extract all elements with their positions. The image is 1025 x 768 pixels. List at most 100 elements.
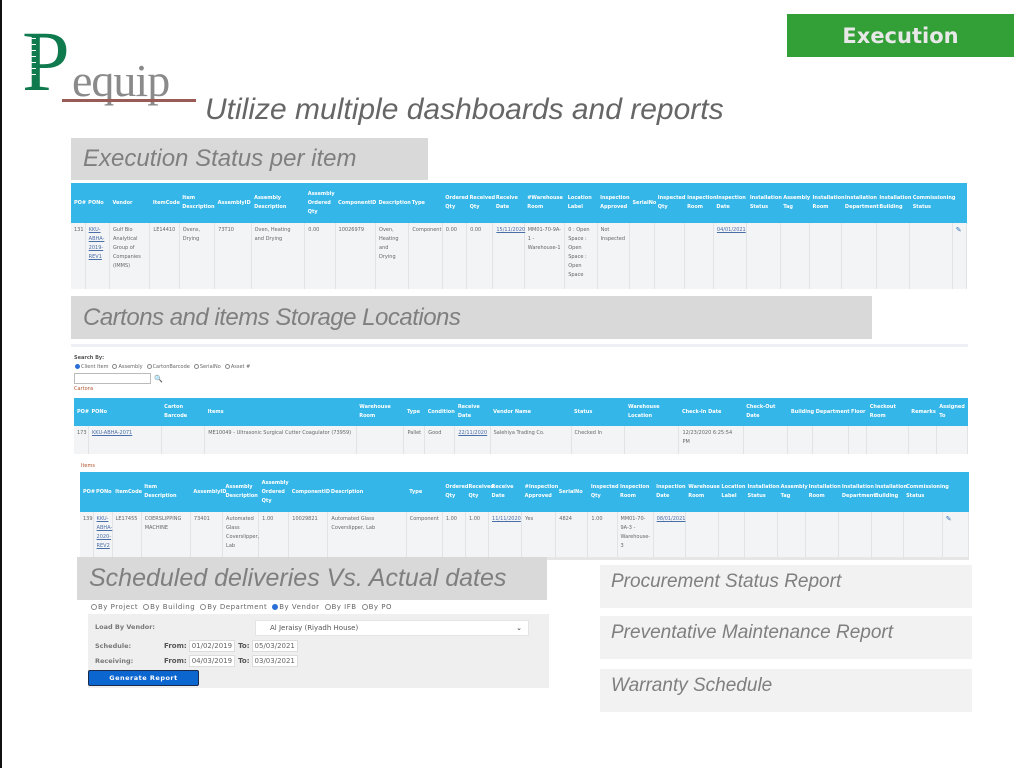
filter-option-by-building[interactable]: By Building [143,603,195,611]
link-pono[interactable]: KKU-ABHA-2020-REV2 [97,516,113,549]
execution-status-table: PO# PONo Vendor ItemCode Item Description Ass… [71,183,968,289]
cell-installation-room [809,223,843,289]
cell-inspection-approved: Not Inspected [597,223,630,289]
column-header-received-qty: Received Qty [466,183,495,223]
radio-label: By Building [150,603,196,611]
receiving-from-input[interactable]: 04/03/2019 [188,655,236,667]
cell-ordered-qty: 1.00 [442,512,466,557]
column-header-inspection-room: Inspection Room [617,472,654,512]
link-receive-date[interactable]: 22/11/2020 [458,430,487,436]
filter-option-by-project[interactable]: By Project [91,603,138,611]
generate-report-button[interactable]: Generate Report [88,670,199,686]
link-pono[interactable]: KKU-ABHA-2071 [92,430,132,436]
link-inspection-date[interactable]: 04/01/2021 [717,227,746,233]
filter-option-by-ifb[interactable]: By IFB [324,603,357,611]
table-row: 139 KKU-ABHA-2020-REV2 LE17455 COERSLIPPING… [80,512,970,557]
column-header-inspected-qty: Inspected Qty [587,472,619,512]
search-option-client-item[interactable]: Client Item [75,364,108,370]
cell-assembly-description: Automated Glass Coverslipper, Lab [222,512,260,557]
column-header-inspection-approved: #Inspection Approved [521,472,558,512]
radio-button[interactable] [112,364,118,369]
column-header-receive-date: Receive Date [488,472,522,512]
radio-button[interactable] [224,364,230,369]
logo-underline [62,99,196,102]
column-header-po: PO# [74,398,89,426]
radio-button[interactable] [200,604,207,610]
search-option-serialno[interactable]: SerialNo [193,364,221,370]
vendor-select[interactable]: Al Jeraisy (Riyadh House) ⌄ [255,620,529,636]
column-header-receive-date: Receive Date [492,183,525,223]
link-inspection-date[interactable]: 08/01/2021 [657,516,686,522]
search-option-cartonbarcode[interactable]: CartonBarcode [146,364,190,370]
filter-option-by-po[interactable]: By PO [361,603,392,611]
report-warranty-schedule[interactable]: Warranty Schedule [600,669,972,712]
filter-option-by-vendor[interactable]: By Vendor [272,603,319,611]
cell-building [787,426,814,454]
radio-button[interactable] [193,364,199,369]
column-header-componentid: ComponentID [288,472,330,512]
radio-label: By PO [368,603,392,611]
cell-received-qty: 0.00 [466,223,494,289]
cell-commissioning-status [909,223,953,289]
receiving-range: From: 04/03/2019 To: 03/03/2021 [164,655,301,667]
table-header-row: PO# PONo Vendor ItemCode Item Description Ass… [71,183,967,223]
search-option-assembly[interactable]: Assembly [112,364,143,370]
cell-pono: KKU-ABHA-2020-REV2 [93,512,113,557]
radio-label: Asset # [230,364,251,370]
column-header-assembly-ordered-qty: Assembly Ordered Qty [304,183,336,223]
radio-button[interactable] [146,364,152,369]
cell-location-label: 0 : Open Space : Open Space : Open Space [564,223,598,289]
link-pono[interactable]: KKU-ABHA-2019-REV1 [89,227,105,260]
radio-button[interactable] [361,604,368,610]
column-header-floor: Floor [848,398,867,426]
receiving-to-input[interactable]: 03/03/2021 [251,655,298,667]
radio-button[interactable] [324,604,331,610]
column-header-check-out-date: Check-Out Date [743,398,788,426]
search-option-asset[interactable]: Asset # [224,364,251,370]
cell-receive-date: 15/11/2020 [492,223,525,289]
cell-inspection-room: MM01-70-9A-3 - Warehouse-3 [617,512,654,557]
cell-type: Component [408,223,443,289]
schedule-from-input[interactable]: 01/02/2019 [188,640,236,652]
radio-button[interactable] [143,604,150,610]
column-header-description: Description [375,183,411,223]
column-header-item-description: Item Description [179,183,215,223]
cell-assembly-description: Oven, Heating and Drying [251,223,306,289]
search-icon[interactable]: 🔍 [154,375,163,383]
table-header-row: PO# PONo ItemCode Item Description AssemblyI… [80,472,969,512]
report-preventative-maintenance[interactable]: Preventative Maintenance Report [600,616,972,659]
edit-icon[interactable]: ✎ [946,515,952,523]
radio-button[interactable] [272,604,279,610]
to-label: To: [238,657,250,665]
column-header-itemcode: ItemCode [112,472,142,512]
radio-button[interactable] [75,364,80,369]
cell-status: Checked In [571,426,626,454]
vendor-label: Load By Vendor: [95,623,155,631]
column-header-check-in-date: Check-In Date [678,398,744,426]
link-receive-date[interactable]: 15/11/2020 [496,227,525,233]
cell-assembly-tag [777,512,807,557]
cell-installation-building [876,223,911,289]
cell-installation-building [871,512,904,557]
storage-search-panel: Search By: Client Item Assembly CartonBarc… [71,344,968,392]
cell-inspected-qty: 1.00 [587,512,618,557]
column-header-type: Type [403,398,425,426]
report-procurement-status[interactable]: Procurement Status Report [600,565,972,608]
schedule-range: From: 01/02/2019 To: 05/03/2021 [164,640,301,652]
column-header-inspection-room: Inspection Room [684,183,717,223]
radio-button[interactable] [91,604,97,610]
edit-icon[interactable]: ✎ [956,226,962,234]
schedule-to-input[interactable]: 05/03/2021 [251,640,298,652]
link-receive-date[interactable]: 11/11/2020 [492,516,521,522]
cell-item-description: Ovens, Drying [179,223,216,289]
column-header-description: Description [327,472,407,512]
column-header-installation-room: Installation Room [809,183,845,223]
search-by-label: Search By: [74,355,105,361]
cell-inspection-approved: Yes [521,512,557,557]
report-filter-options: By Project By Building By Department By Ven… [91,603,392,611]
cell-itemcode: LE17455 [112,512,142,557]
column-header-type: Type [408,183,443,223]
search-input[interactable] [74,373,151,384]
execution-badge: Execution [787,14,1014,57]
filter-option-by-department[interactable]: By Department [200,603,267,611]
